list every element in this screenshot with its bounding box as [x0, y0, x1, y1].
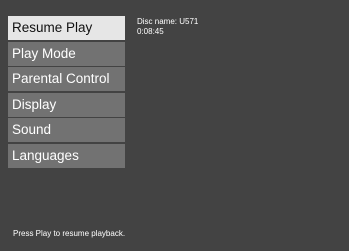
- playback-time: 0:08:45: [137, 26, 164, 36]
- menu-item-display[interactable]: Display: [8, 92, 125, 117]
- status-message: Press Play to resume playback.: [13, 229, 126, 238]
- menu-item-languages[interactable]: Languages: [8, 143, 125, 168]
- menu-item-sound[interactable]: Sound: [8, 118, 125, 142]
- disc-name-label: Disc name: U571: [137, 17, 199, 26]
- menu-item-parental-control[interactable]: Parental Control: [8, 67, 125, 91]
- main-menu: Resume Play Play Mode Parental Control D…: [8, 16, 125, 169]
- disc-info-panel: Disc name: U571 0:08:45: [137, 17, 198, 36]
- dvd-setup-screen: Resume Play Play Mode Parental Control D…: [0, 0, 349, 251]
- menu-item-play-mode[interactable]: Play Mode: [8, 41, 125, 66]
- menu-item-resume-play[interactable]: Resume Play: [8, 16, 125, 40]
